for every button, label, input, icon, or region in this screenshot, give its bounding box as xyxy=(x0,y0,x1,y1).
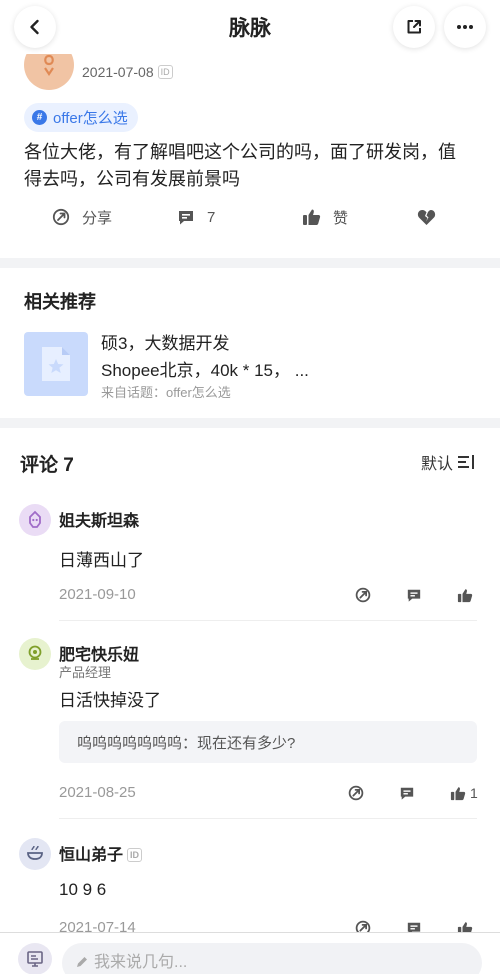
identity-switch-button[interactable] xyxy=(18,943,52,974)
comment-author-name: 恒山弟子 xyxy=(59,847,124,864)
divider xyxy=(59,620,477,621)
share-icon xyxy=(348,785,364,801)
comment-share-button[interactable] xyxy=(347,784,365,802)
post-date: 2021-07-08 ID xyxy=(82,64,173,80)
related-item-source: 来自话题：offer怎么选 xyxy=(101,385,231,400)
hashtag-icon: # xyxy=(32,110,47,125)
comment-text: 10 9 6 xyxy=(59,880,107,899)
sort-label: 默认 xyxy=(421,456,454,473)
thumbs-up-icon xyxy=(450,786,466,800)
comment-icon xyxy=(179,210,193,224)
comment-reply-preview[interactable]: 呜呜呜呜呜呜呜：现在还有多少? xyxy=(59,721,477,763)
broken-heart-icon xyxy=(417,209,436,225)
related-section: 相关推荐 硕3，大数据开发 Shopee北京，40k * 15， ... 来自话… xyxy=(0,268,500,418)
avatar-icon xyxy=(29,510,41,528)
external-share-icon xyxy=(407,20,421,34)
comment-reply-button[interactable] xyxy=(405,586,423,604)
related-item-title[interactable]: 硕3，大数据开发 xyxy=(101,329,229,354)
comment-like-button[interactable] xyxy=(456,586,474,604)
comment-reply-button[interactable] xyxy=(398,784,416,802)
avatar-icon xyxy=(28,645,42,660)
comment-item: 肥宅快乐妞 产品经理 日活快掉没了 呜呜呜呜呜呜呜：现在还有多少? 2021-0… xyxy=(0,638,500,818)
top-nav-bar: 脉脉 xyxy=(0,0,500,54)
bottom-input-bar xyxy=(0,932,500,974)
comment-date: 2021-08-25 xyxy=(59,784,136,801)
divider xyxy=(59,818,477,819)
post-actions: 分享 7 赞 xyxy=(0,204,500,230)
id-badge: ID xyxy=(127,848,143,862)
comment-share-button[interactable] xyxy=(354,586,372,604)
comments-section: 评论 7 默认 姐夫斯坦森 日薄西山了 2021-09-10 肥宅快乐妞 产品经… xyxy=(0,428,500,974)
presentation-icon xyxy=(27,951,43,967)
comment-author-role: 产品经理 xyxy=(59,665,112,680)
comment-avatar[interactable] xyxy=(19,838,51,870)
comment-count: 7 xyxy=(207,208,216,226)
comment-avatar[interactable] xyxy=(19,638,51,670)
author-avatar[interactable] xyxy=(24,54,74,90)
more-button[interactable] xyxy=(444,6,486,48)
share-icon xyxy=(355,587,371,603)
share-out-button[interactable] xyxy=(393,6,435,48)
comment-like-button[interactable] xyxy=(449,784,467,802)
avatar-icon xyxy=(44,54,54,76)
id-badge: ID xyxy=(157,65,173,79)
comment-like-count: 1 xyxy=(470,785,478,801)
related-item-subtitle[interactable]: Shopee北京，40k * 15， ... xyxy=(101,356,309,381)
more-dots-icon xyxy=(457,25,473,29)
comment-date: 2021-09-10 xyxy=(59,586,136,603)
post-date-text: 2021-07-08 xyxy=(82,64,154,80)
like-label: 赞 xyxy=(333,209,349,227)
comment-item: 姐夫斯坦森 日薄西山了 2021-09-10 xyxy=(0,504,500,624)
comment-button[interactable]: 7 xyxy=(177,204,215,230)
post-card: 2021-07-08 ID # offer怎么选 各位大佬，有了解唱吧这个公司的吗… xyxy=(0,54,500,258)
share-icon xyxy=(52,208,70,226)
comment-text: 日薄西山了 xyxy=(59,551,144,570)
comments-header: 评论 7 xyxy=(20,455,74,476)
share-label: 分享 xyxy=(82,209,113,227)
thumbs-up-icon xyxy=(303,209,321,225)
topic-tag-label: offer怎么选 xyxy=(53,110,128,127)
comment-icon xyxy=(407,589,421,602)
share-button[interactable]: 分享 xyxy=(52,204,112,230)
comment-input[interactable] xyxy=(62,943,482,974)
dislike-button[interactable] xyxy=(417,204,436,230)
like-button[interactable]: 赞 xyxy=(302,204,348,230)
related-title: 相关推荐 xyxy=(24,292,96,312)
thumbs-up-icon xyxy=(457,588,473,602)
sort-lines-icon xyxy=(458,455,475,469)
post-content: 各位大佬，有了解唱吧这个公司的吗，面了研发岗，值得去吗，公司有发展前景吗 xyxy=(24,142,456,189)
comment-author[interactable]: 恒山弟子 ID xyxy=(59,841,143,865)
sort-button[interactable]: 默认 xyxy=(421,450,476,474)
comment-icon xyxy=(400,787,414,800)
comment-text: 日活快掉没了 xyxy=(59,691,161,710)
comment-avatar[interactable] xyxy=(19,504,51,536)
pen-icon xyxy=(77,957,87,967)
avatar-icon xyxy=(27,845,43,860)
related-thumbnail[interactable] xyxy=(24,332,88,396)
comment-author[interactable]: 姐夫斯坦森 xyxy=(59,507,139,531)
document-star-icon xyxy=(42,347,70,381)
topic-tag[interactable]: # offer怎么选 xyxy=(24,103,138,132)
